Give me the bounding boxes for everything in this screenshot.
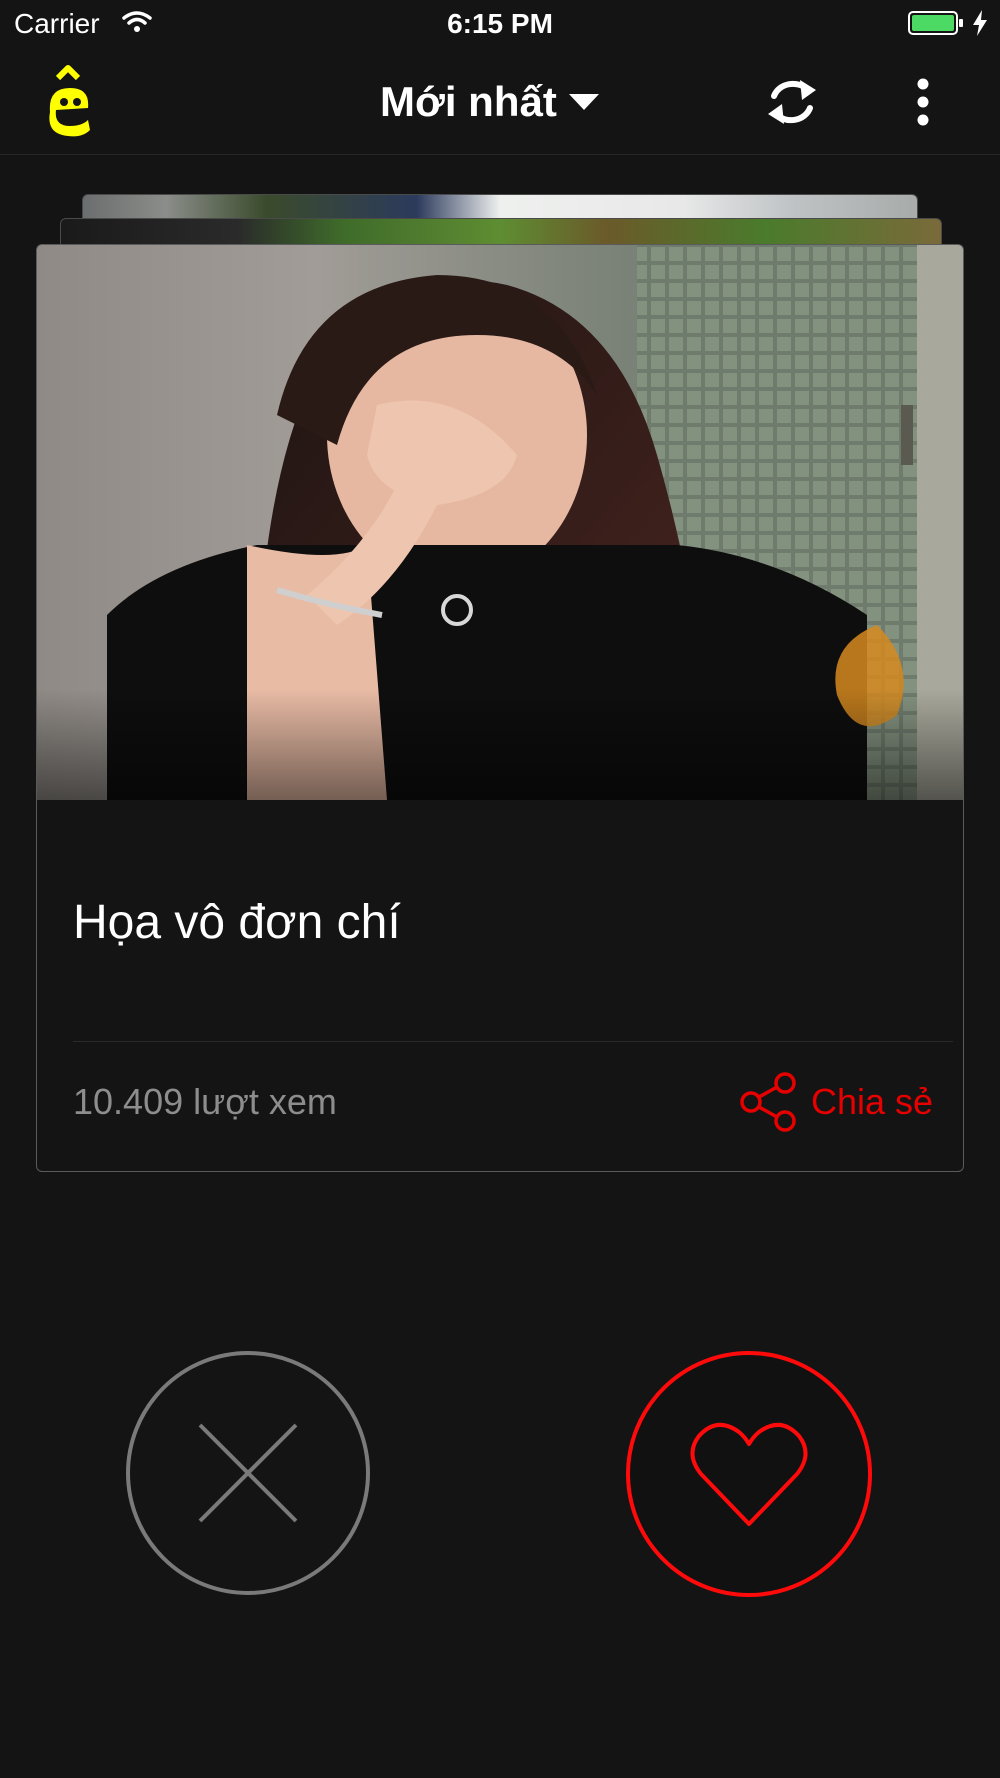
video-title: Họa vô đơn chí	[73, 896, 401, 949]
heart-icon	[690, 1423, 808, 1526]
app-screen: Carrier 6:15 PM Mới nhất Họa vô đơn chí …	[0, 0, 1000, 1778]
video-card[interactable]: Họa vô đơn chí 10.409 lượt xem Chia sẻ	[36, 244, 964, 1172]
feed-filter-dropdown[interactable]: Mới nhất	[380, 72, 599, 132]
refresh-icon[interactable]	[762, 74, 822, 130]
dislike-button[interactable]	[126, 1351, 370, 1595]
battery-icon	[908, 11, 963, 35]
close-icon	[198, 1423, 298, 1523]
card-divider	[73, 1041, 953, 1042]
e-face-logo-icon[interactable]	[44, 64, 94, 140]
share-button[interactable]: Chia sẻ	[739, 1069, 933, 1135]
clock: 6:15 PM	[447, 8, 553, 39]
nav-title: Mới nhất	[380, 78, 557, 125]
caret-down-icon	[568, 94, 599, 110]
share-label: Chia sẻ	[811, 1081, 934, 1122]
share-icon	[740, 1072, 796, 1132]
view-count: 10.409 lượt xem	[73, 1081, 337, 1122]
status-bar: Carrier 6:15 PM	[0, 0, 1000, 52]
like-button[interactable]	[626, 1351, 872, 1597]
more-vertical-icon[interactable]	[906, 74, 940, 130]
nav-bar: Mới nhất	[0, 52, 1000, 155]
charging-bolt-icon	[973, 10, 987, 36]
video-thumbnail[interactable]	[37, 245, 963, 800]
